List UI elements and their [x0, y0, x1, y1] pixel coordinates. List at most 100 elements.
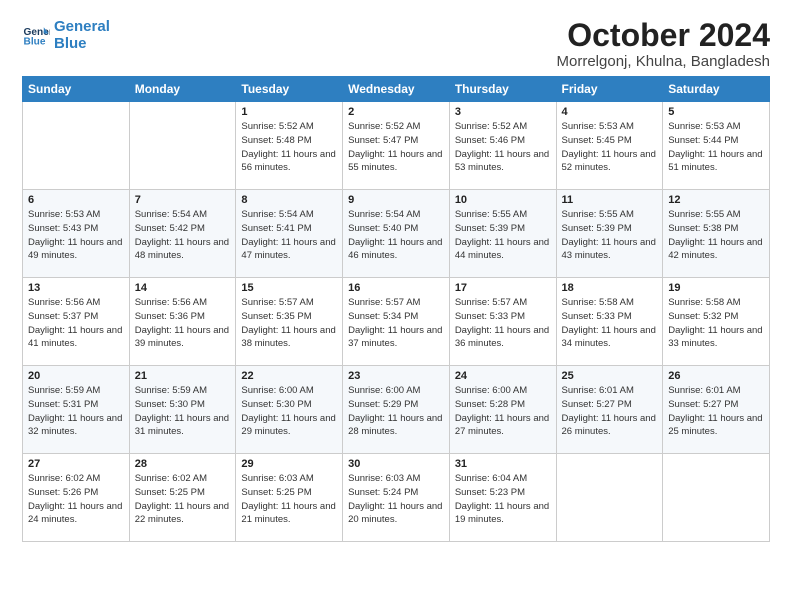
- week-row-3: 13Sunrise: 5:56 AM Sunset: 5:37 PM Dayli…: [23, 278, 770, 366]
- page: General Blue General Blue October 2024 M…: [0, 0, 792, 612]
- day-detail: Sunrise: 5:55 AM Sunset: 5:39 PM Dayligh…: [562, 208, 658, 263]
- day-number: 21: [135, 370, 231, 382]
- day-number: 14: [135, 282, 231, 294]
- calendar-cell: 11 Sunrise: 5:55 AM Sunset: 5:39 PM Dayli…: [556, 190, 663, 278]
- day-number: 24: [455, 370, 551, 382]
- day-number: 1: [241, 106, 337, 118]
- calendar-cell: 19Sunrise: 5:58 AM Sunset: 5:32 PM Dayli…: [663, 278, 770, 366]
- calendar-cell: 16 Sunrise: 5:57 AM Sunset: 5:34 PM Dayli…: [343, 278, 450, 366]
- day-detail: Sunrise: 5:59 AM Sunset: 5:31 PM Dayligh…: [28, 384, 124, 439]
- day-number: 26: [668, 370, 764, 382]
- day-number: 22: [241, 370, 337, 382]
- logo-line1: General: [54, 18, 110, 35]
- weekday-header-sunday: Sunday: [23, 77, 130, 102]
- day-detail: Sunrise: 6:03 AM Sunset: 5:24 PM Dayligh…: [348, 472, 444, 527]
- day-detail: Sunrise: 5:54 AM Sunset: 5:40 PM Dayligh…: [348, 208, 444, 263]
- calendar-cell: 29 Sunrise: 6:03 AM Sunset: 5:25 PM Dayli…: [236, 454, 343, 542]
- day-number: 15: [241, 282, 337, 294]
- calendar-cell: 2 Sunrise: 5:52 AM Sunset: 5:47 PM Daylig…: [343, 102, 450, 190]
- calendar-cell: 21Sunrise: 5:59 AM Sunset: 5:30 PM Dayli…: [129, 366, 236, 454]
- day-detail: Sunrise: 5:55 AM Sunset: 5:39 PM Dayligh…: [455, 208, 551, 263]
- day-detail: Sunrise: 5:56 AM Sunset: 5:36 PM Dayligh…: [135, 296, 231, 351]
- day-number: 30: [348, 458, 444, 470]
- month-title: October 2024: [557, 18, 770, 53]
- day-detail: Sunrise: 5:57 AM Sunset: 5:33 PM Dayligh…: [455, 296, 551, 351]
- day-detail: Sunrise: 5:54 AM Sunset: 5:41 PM Dayligh…: [241, 208, 337, 263]
- day-number: 23: [348, 370, 444, 382]
- calendar-cell: 5 Sunrise: 5:53 AM Sunset: 5:44 PM Daylig…: [663, 102, 770, 190]
- day-detail: Sunrise: 5:57 AM Sunset: 5:35 PM Dayligh…: [241, 296, 337, 351]
- day-number: 4: [562, 106, 658, 118]
- calendar-cell: 23 Sunrise: 6:00 AM Sunset: 5:29 PM Dayli…: [343, 366, 450, 454]
- weekday-header-saturday: Saturday: [663, 77, 770, 102]
- day-detail: Sunrise: 5:55 AM Sunset: 5:38 PM Dayligh…: [668, 208, 764, 263]
- location-title: Morrelgonj, Khulna, Bangladesh: [557, 53, 770, 70]
- calendar-cell: 28Sunrise: 6:02 AM Sunset: 5:25 PM Dayli…: [129, 454, 236, 542]
- calendar-cell: 24 Sunrise: 6:00 AM Sunset: 5:28 PM Dayli…: [449, 366, 556, 454]
- day-detail: Sunrise: 6:00 AM Sunset: 5:30 PM Dayligh…: [241, 384, 337, 439]
- weekday-header-row: SundayMondayTuesdayWednesdayThursdayFrid…: [23, 77, 770, 102]
- calendar-cell: 27 Sunrise: 6:02 AM Sunset: 5:26 PM Dayli…: [23, 454, 130, 542]
- calendar-cell: [23, 102, 130, 190]
- week-row-2: 6Sunrise: 5:53 AM Sunset: 5:43 PM Daylig…: [23, 190, 770, 278]
- day-number: 10: [455, 194, 551, 206]
- week-row-1: 1Sunrise: 5:52 AM Sunset: 5:48 PM Daylig…: [23, 102, 770, 190]
- calendar-cell: 15 Sunrise: 5:57 AM Sunset: 5:35 PM Dayli…: [236, 278, 343, 366]
- day-detail: Sunrise: 5:52 AM Sunset: 5:47 PM Dayligh…: [348, 120, 444, 175]
- day-detail: Sunrise: 5:53 AM Sunset: 5:43 PM Dayligh…: [28, 208, 124, 263]
- day-detail: Sunrise: 5:58 AM Sunset: 5:32 PM Dayligh…: [668, 296, 764, 351]
- day-number: 2: [348, 106, 444, 118]
- day-number: 3: [455, 106, 551, 118]
- calendar-cell: 17 Sunrise: 5:57 AM Sunset: 5:33 PM Dayli…: [449, 278, 556, 366]
- calendar-cell: 1Sunrise: 5:52 AM Sunset: 5:48 PM Daylig…: [236, 102, 343, 190]
- day-number: 27: [28, 458, 124, 470]
- calendar-cell: 26 Sunrise: 6:01 AM Sunset: 5:27 PM Dayli…: [663, 366, 770, 454]
- week-row-5: 27 Sunrise: 6:02 AM Sunset: 5:26 PM Dayli…: [23, 454, 770, 542]
- day-number: 18: [562, 282, 658, 294]
- day-number: 16: [348, 282, 444, 294]
- day-number: 8: [241, 194, 337, 206]
- calendar-cell: 14 Sunrise: 5:56 AM Sunset: 5:36 PM Dayli…: [129, 278, 236, 366]
- day-detail: Sunrise: 5:58 AM Sunset: 5:33 PM Dayligh…: [562, 296, 658, 351]
- week-row-4: 20Sunrise: 5:59 AM Sunset: 5:31 PM Dayli…: [23, 366, 770, 454]
- day-detail: Sunrise: 5:56 AM Sunset: 5:37 PM Dayligh…: [28, 296, 124, 351]
- day-number: 11: [562, 194, 658, 206]
- svg-text:Blue: Blue: [24, 37, 46, 48]
- calendar-cell: [663, 454, 770, 542]
- calendar-cell: 31Sunrise: 6:04 AM Sunset: 5:23 PM Dayli…: [449, 454, 556, 542]
- day-detail: Sunrise: 6:03 AM Sunset: 5:25 PM Dayligh…: [241, 472, 337, 527]
- day-detail: Sunrise: 6:02 AM Sunset: 5:26 PM Dayligh…: [28, 472, 124, 527]
- day-detail: Sunrise: 6:01 AM Sunset: 5:27 PM Dayligh…: [562, 384, 658, 439]
- calendar-cell: 7 Sunrise: 5:54 AM Sunset: 5:42 PM Daylig…: [129, 190, 236, 278]
- day-number: 31: [455, 458, 551, 470]
- day-detail: Sunrise: 5:57 AM Sunset: 5:34 PM Dayligh…: [348, 296, 444, 351]
- calendar-table: SundayMondayTuesdayWednesdayThursdayFrid…: [22, 76, 770, 542]
- calendar-cell: 10 Sunrise: 5:55 AM Sunset: 5:39 PM Dayli…: [449, 190, 556, 278]
- day-number: 29: [241, 458, 337, 470]
- day-number: 12: [668, 194, 764, 206]
- weekday-header-monday: Monday: [129, 77, 236, 102]
- day-detail: Sunrise: 6:00 AM Sunset: 5:28 PM Dayligh…: [455, 384, 551, 439]
- day-detail: Sunrise: 5:53 AM Sunset: 5:45 PM Dayligh…: [562, 120, 658, 175]
- calendar-cell: [129, 102, 236, 190]
- day-number: 5: [668, 106, 764, 118]
- calendar-cell: 20Sunrise: 5:59 AM Sunset: 5:31 PM Dayli…: [23, 366, 130, 454]
- day-detail: Sunrise: 5:54 AM Sunset: 5:42 PM Dayligh…: [135, 208, 231, 263]
- weekday-header-thursday: Thursday: [449, 77, 556, 102]
- day-number: 28: [135, 458, 231, 470]
- day-detail: Sunrise: 5:53 AM Sunset: 5:44 PM Dayligh…: [668, 120, 764, 175]
- day-number: 7: [135, 194, 231, 206]
- weekday-header-tuesday: Tuesday: [236, 77, 343, 102]
- logo-text-blue: Blue: [54, 35, 110, 52]
- calendar-cell: [556, 454, 663, 542]
- calendar-cell: 13Sunrise: 5:56 AM Sunset: 5:37 PM Dayli…: [23, 278, 130, 366]
- calendar-cell: 22 Sunrise: 6:00 AM Sunset: 5:30 PM Dayli…: [236, 366, 343, 454]
- day-detail: Sunrise: 6:01 AM Sunset: 5:27 PM Dayligh…: [668, 384, 764, 439]
- day-number: 17: [455, 282, 551, 294]
- day-detail: Sunrise: 6:00 AM Sunset: 5:29 PM Dayligh…: [348, 384, 444, 439]
- calendar-cell: 4 Sunrise: 5:53 AM Sunset: 5:45 PM Daylig…: [556, 102, 663, 190]
- calendar-cell: 18 Sunrise: 5:58 AM Sunset: 5:33 PM Dayli…: [556, 278, 663, 366]
- title-block: October 2024 Morrelgonj, Khulna, Banglad…: [557, 18, 770, 70]
- calendar-cell: 12 Sunrise: 5:55 AM Sunset: 5:38 PM Dayli…: [663, 190, 770, 278]
- calendar-cell: 6Sunrise: 5:53 AM Sunset: 5:43 PM Daylig…: [23, 190, 130, 278]
